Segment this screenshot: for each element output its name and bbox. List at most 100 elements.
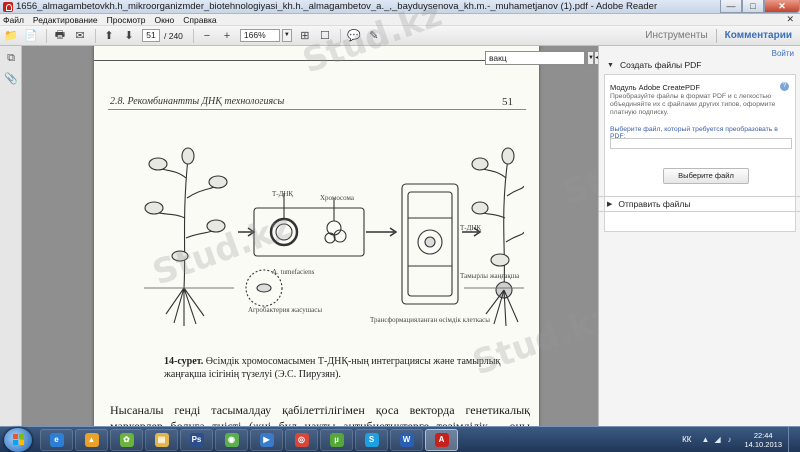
title-bar: 1656_almagambetovkh.h_mikroorganizmder_b… xyxy=(0,0,800,14)
body-paragraph: Нысаналы генді тасымалдау қабілеттілігім… xyxy=(110,403,530,426)
fit-page-icon[interactable]: ⊞ xyxy=(298,29,312,43)
page-top-rule xyxy=(94,60,539,61)
toolbar-divider xyxy=(192,28,194,43)
page-total: / 240 xyxy=(164,30,183,41)
page-down-icon[interactable]: ⬇ xyxy=(122,29,136,43)
sign-icon[interactable]: ✎ xyxy=(367,29,381,43)
taskbar-app-utorrent[interactable]: µ xyxy=(320,428,353,451)
zoom-dropdown-icon[interactable]: ▼ xyxy=(281,29,292,42)
word-icon: W xyxy=(399,432,414,447)
ie-icon: e xyxy=(49,432,64,447)
tools-button[interactable]: Инструменты xyxy=(645,30,707,41)
taskbar-app-explorer[interactable]: ▤ xyxy=(145,428,178,451)
taskbar-app-word[interactable]: W xyxy=(390,428,423,451)
taskbar-app-chrome[interactable]: ◎ xyxy=(285,428,318,451)
label-agrobacterium: A. tumefaciens xyxy=(272,268,315,276)
label-agrobacterium-cell: Агробактерия жасушасы xyxy=(248,306,323,314)
create-pdf-icon[interactable]: 📄 xyxy=(24,29,38,43)
taskbar-app-ie[interactable]: e xyxy=(40,428,73,451)
label-hairy-root: Тамырлы жаңғақша xyxy=(460,272,520,280)
minimize-button[interactable]: — xyxy=(720,0,742,13)
avast-icon: ▲ xyxy=(84,432,99,447)
page-number-label: 51 xyxy=(502,96,513,108)
taskbar-app-chrome-green[interactable]: ◉ xyxy=(215,428,248,451)
toolbar: 📁 📄 🖶 ✉ ⬆ ⬇ 51 / 240 − + 166% ▼ ⊞ ☐ 💬 ✎ … xyxy=(0,26,800,46)
find-dropdown-icon[interactable]: ▼ xyxy=(587,51,594,65)
figure-14: Т-ДНҚ Хромосома A. tumefaciens Агробакте… xyxy=(144,138,525,328)
taskbar-app-icq[interactable]: ✿ xyxy=(110,428,143,451)
find-controls: ▼ ◀ ▶ xyxy=(587,51,598,65)
skype-icon: S xyxy=(364,432,379,447)
zoom-out-icon[interactable]: − xyxy=(200,29,214,43)
chrome-green-icon: ◉ xyxy=(224,432,239,447)
pages-thumbnail-icon[interactable]: ⧉ xyxy=(4,52,18,66)
menu-edit[interactable]: Редактирование xyxy=(33,15,98,25)
taskbar-app-adobe-reader[interactable]: A xyxy=(425,428,458,451)
taskbar-app-media[interactable]: ▶ xyxy=(250,428,283,451)
taskbar-app-skype[interactable]: S xyxy=(355,428,388,451)
comment-icon[interactable]: 💬 xyxy=(347,29,361,43)
page-number-input[interactable]: 51 xyxy=(142,29,160,42)
caption-text: Өсімдік хромосомасымен Т-ДНҚ-ның интегра… xyxy=(164,356,501,380)
tray-expand-icon[interactable]: ▲ xyxy=(701,435,709,444)
file-path-field[interactable] xyxy=(610,138,792,149)
zoom-in-icon[interactable]: + xyxy=(220,29,234,43)
menu-view[interactable]: Просмотр xyxy=(107,15,146,25)
window-title: 1656_almagambetovkh.h_mikroorganizmder_b… xyxy=(16,1,658,12)
toolbar-divider xyxy=(95,28,96,43)
email-icon[interactable]: ✉ xyxy=(73,29,87,43)
pdf-page: 2.8. Рекомбинантты ДНҚ технологиясы 51 Т… xyxy=(94,46,539,426)
comments-pane: Войти ▼ Создать файлы PDF Модуль Adobe C… xyxy=(598,46,800,426)
media-icon: ▶ xyxy=(259,432,274,447)
figure-caption: 14-сурет. Өсімдік хромосомасымен Т-ДНҚ-н… xyxy=(164,355,504,381)
language-indicator[interactable]: КК xyxy=(682,435,691,444)
find-input[interactable]: вакц xyxy=(485,51,585,65)
explorer-icon: ▤ xyxy=(154,432,169,447)
send-files-section-header[interactable]: ▶ Отправить файлы xyxy=(599,197,800,211)
label-t-dna: Т-ДНҚ xyxy=(272,190,294,198)
taskbar-apps: e ▲ ✿ ▤ Ps ◉ ▶ ◎ µ S W A xyxy=(40,428,460,451)
send-files-title: Отправить файлы xyxy=(618,199,691,209)
print-icon[interactable]: 🖶 xyxy=(53,29,67,43)
taskbar-app-photoshop[interactable]: Ps xyxy=(180,428,213,451)
module-description: Преобразуйте файлы в формат PDF и с легк… xyxy=(610,93,776,116)
menu-file[interactable]: Файл xyxy=(3,15,24,25)
label-t-dna-right: Т-ДНҚ xyxy=(460,224,482,232)
plant-transformation-illustration xyxy=(144,147,525,327)
windows-logo-icon xyxy=(12,434,24,445)
zoom-input[interactable]: 166% xyxy=(239,29,280,42)
header-rule xyxy=(108,109,526,110)
menu-help[interactable]: Справка xyxy=(183,15,216,25)
comments-button[interactable]: Комментарии xyxy=(725,30,792,41)
read-mode-icon[interactable]: ☐ xyxy=(318,29,332,43)
show-desktop-button[interactable] xyxy=(788,426,796,452)
create-pdf-title: Создать файлы PDF xyxy=(619,60,702,70)
open-icon[interactable]: 📁 xyxy=(4,29,18,43)
create-pdf-section-header[interactable]: ▼ Создать файлы PDF xyxy=(599,58,800,72)
toolbar-divider xyxy=(715,28,717,43)
start-button[interactable] xyxy=(4,427,32,452)
photoshop-icon: Ps xyxy=(189,432,204,447)
taskbar: e ▲ ✿ ▤ Ps ◉ ▶ ◎ µ S W A КК ▲ ◢ ♪ 22:44 14.10.2013 xyxy=(0,426,800,452)
volume-icon[interactable]: ♪ xyxy=(727,435,735,444)
maximize-button[interactable]: □ xyxy=(742,0,764,13)
toolbar-right: Инструменты Комментарии xyxy=(645,26,800,46)
login-link[interactable]: Войти xyxy=(772,49,794,58)
label-transformed-cell: Трансформацияланған өсімдік клеткасы xyxy=(370,316,490,324)
adobe-reader-icon: A xyxy=(434,432,449,447)
close-button[interactable]: ✕ xyxy=(764,0,800,13)
toolbar-divider xyxy=(339,28,341,43)
icq-icon: ✿ xyxy=(119,432,134,447)
menu-window[interactable]: Окно xyxy=(155,15,175,25)
page-up-icon[interactable]: ⬆ xyxy=(102,29,116,43)
navigation-pane: ⧉ 📎 xyxy=(0,46,22,426)
select-file-button[interactable]: Выберите файл xyxy=(663,168,749,184)
network-icon[interactable]: ◢ xyxy=(714,435,722,444)
document-viewport[interactable]: 2.8. Рекомбинантты ДНҚ технологиясы 51 Т… xyxy=(22,46,598,426)
clock[interactable]: 22:44 14.10.2013 xyxy=(744,431,782,449)
window-controls: — □ ✕ xyxy=(720,0,800,14)
taskbar-app-avast[interactable]: ▲ xyxy=(75,428,108,451)
help-icon[interactable]: ? xyxy=(780,82,789,91)
document-close-icon[interactable]: ✕ xyxy=(786,14,794,25)
attachments-icon[interactable]: 📎 xyxy=(4,72,18,86)
